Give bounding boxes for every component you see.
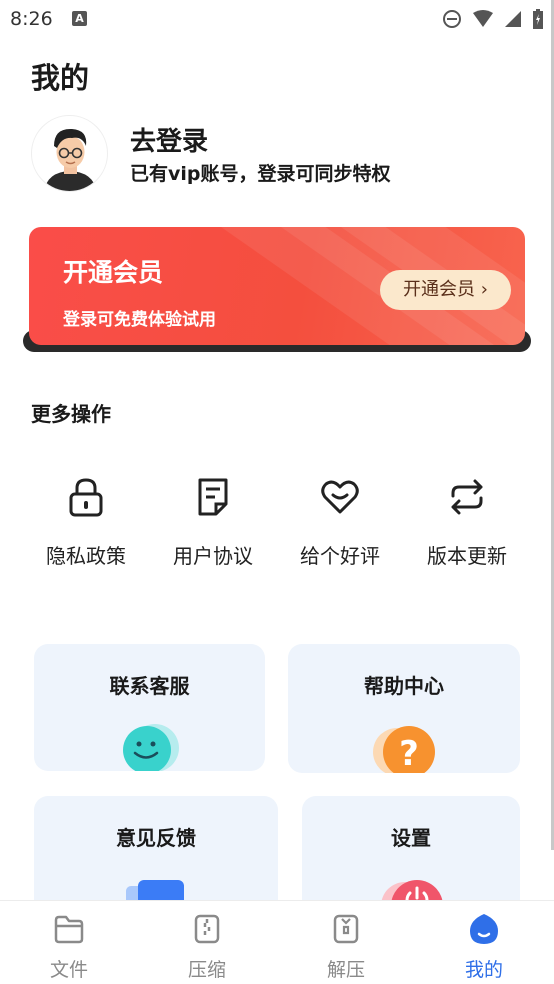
smiley-bubble-icon xyxy=(122,724,179,771)
tab-files[interactable]: 文件 xyxy=(29,913,109,982)
action-label: 给个好评 xyxy=(300,544,380,568)
status-time: 8:26 xyxy=(10,8,53,30)
tab-mine[interactable]: 我的 xyxy=(444,913,524,982)
zip-icon xyxy=(194,914,220,944)
help-center-card[interactable]: 帮助中心 ? xyxy=(288,644,520,773)
do-not-disturb-icon xyxy=(443,10,461,28)
privacy-policy-button[interactable]: 隐私政策 xyxy=(31,476,141,569)
open-vip-button[interactable]: 开通会员 › xyxy=(380,270,511,310)
tab-label: 压缩 xyxy=(187,959,226,981)
profile-drop-icon xyxy=(470,914,498,944)
contact-service-card[interactable]: 联系客服 xyxy=(34,644,265,771)
card-title: 联系客服 xyxy=(109,674,190,698)
login-title[interactable]: 去登录 xyxy=(130,121,208,158)
card-title: 设置 xyxy=(391,826,431,850)
login-subtitle: 已有vip账号，登录可同步特权 xyxy=(130,163,391,185)
tab-extract[interactable]: 解压 xyxy=(306,913,386,982)
avatar[interactable] xyxy=(31,115,108,192)
bottom-nav: 文件 压缩 解压 我的 xyxy=(0,900,554,984)
notification-badge-icon: A xyxy=(72,11,87,26)
signal-icon xyxy=(505,11,521,27)
avatar-person-icon xyxy=(44,128,97,191)
vip-title: 开通会员 xyxy=(63,258,164,287)
heart-smile-icon xyxy=(321,480,359,514)
card-title: 意见反馈 xyxy=(116,826,196,850)
refresh-icon xyxy=(451,479,483,515)
vip-subtitle: 登录可免费体验试用 xyxy=(63,310,216,330)
rate-app-button[interactable]: 给个好评 xyxy=(285,476,395,569)
unzip-icon xyxy=(333,914,359,944)
tab-label: 我的 xyxy=(464,959,503,981)
version-update-button[interactable]: 版本更新 xyxy=(412,476,522,569)
card-title: 帮助中心 xyxy=(364,674,444,698)
document-icon xyxy=(198,478,228,516)
lock-icon xyxy=(69,478,103,517)
action-label: 用户协议 xyxy=(173,544,253,568)
more-actions-title: 更多操作 xyxy=(31,402,111,426)
action-label: 隐私政策 xyxy=(46,544,126,568)
battery-icon xyxy=(533,9,543,29)
svg-text:?: ? xyxy=(399,734,419,773)
tab-compress[interactable]: 压缩 xyxy=(167,913,247,982)
wifi-icon xyxy=(473,10,493,27)
page-title: 我的 xyxy=(31,61,90,95)
vip-banner[interactable]: 开通会员 登录可免费体验试用 开通会员 › xyxy=(29,227,525,345)
tab-label: 文件 xyxy=(49,959,88,981)
tab-label: 解压 xyxy=(326,959,365,981)
folder-icon xyxy=(54,915,84,944)
user-agreement-button[interactable]: 用户协议 xyxy=(158,476,268,569)
question-icon: ? xyxy=(373,726,435,773)
status-bar: 8:26 A xyxy=(0,0,554,38)
action-label: 版本更新 xyxy=(427,544,507,568)
